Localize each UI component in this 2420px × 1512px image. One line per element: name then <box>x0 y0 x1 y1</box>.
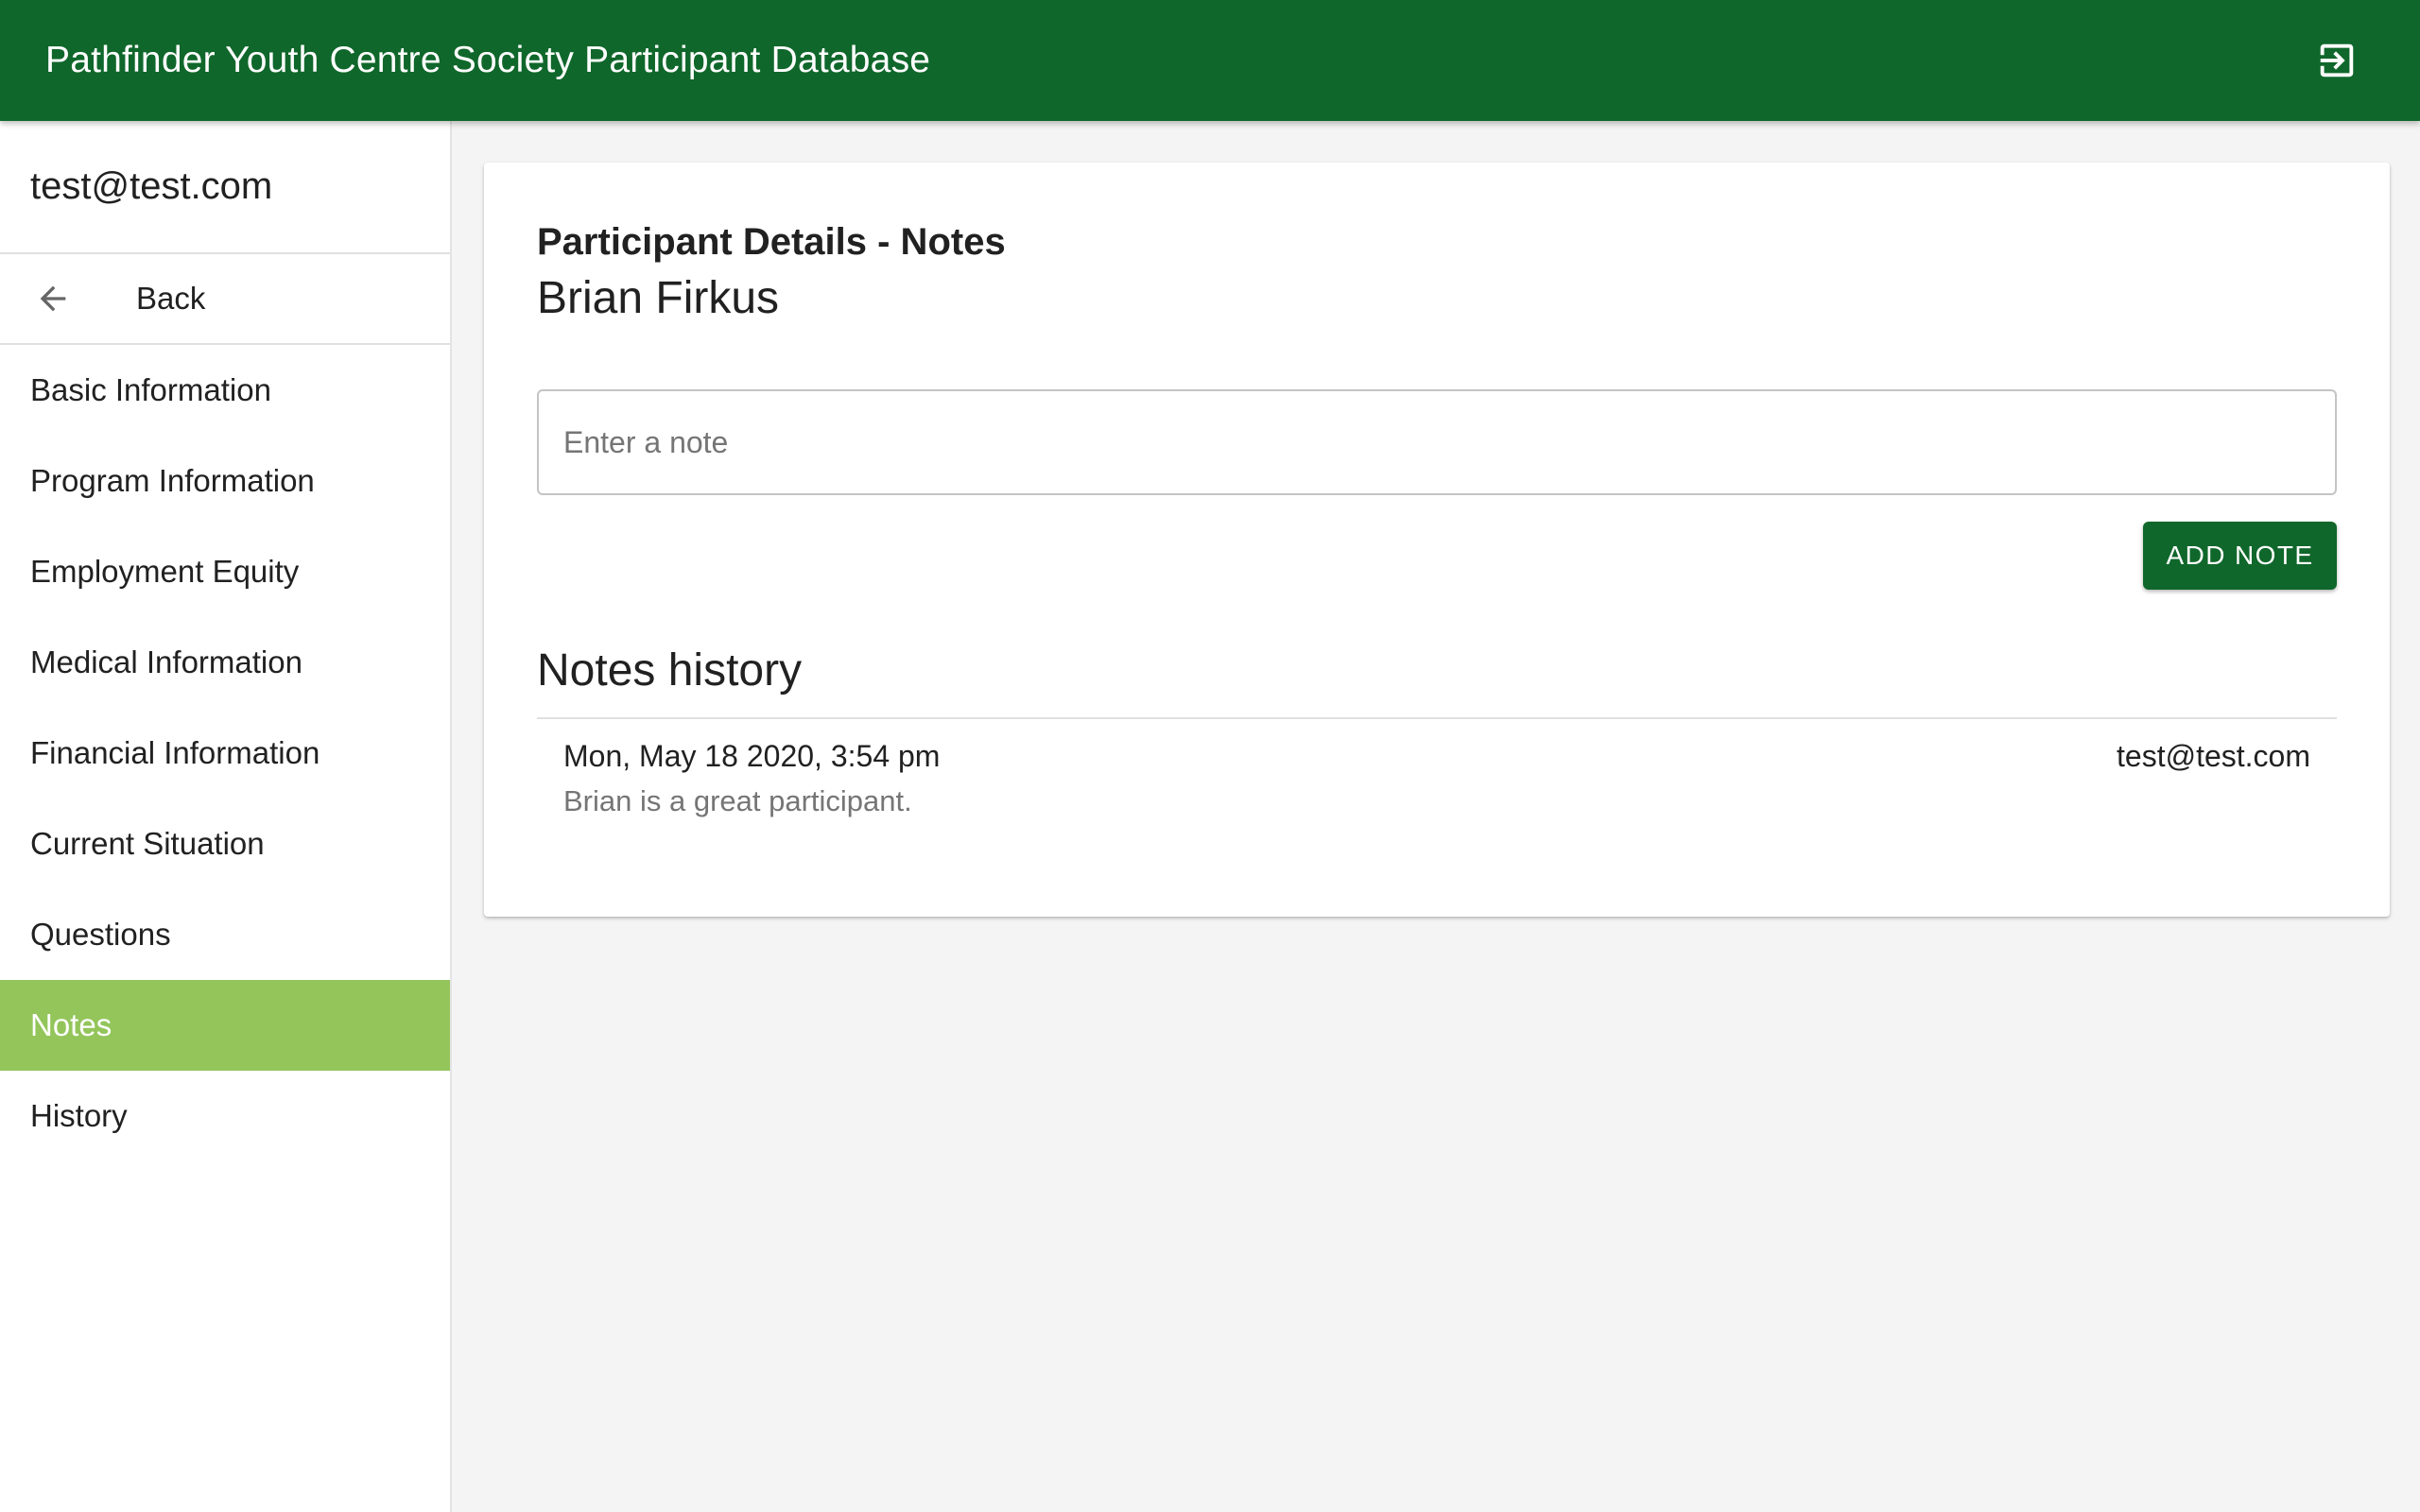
participant-name: Brian Firkus <box>537 273 780 323</box>
note-author: test@test.com <box>2117 739 2310 773</box>
sidebar-nav-list: Basic Information Program Information Em… <box>0 345 450 1161</box>
sidebar-item-history[interactable]: History <box>0 1071 450 1161</box>
logout-icon <box>2320 43 2354 77</box>
arrow-left-icon <box>40 285 66 312</box>
sidebar-item-financial-information[interactable]: Financial Information <box>0 708 450 799</box>
note-date: Mon, May 18 2020, 3:54 pm <box>563 739 941 773</box>
back-label: Back <box>136 281 206 316</box>
sidebar-item-basic-information[interactable]: Basic Information <box>0 345 450 436</box>
back-button[interactable]: Back <box>0 254 450 345</box>
app-bar: Pathfinder Youth Centre Society Particip… <box>0 0 2420 121</box>
logout-button[interactable] <box>2307 30 2367 91</box>
sidebar-item-current-situation[interactable]: Current Situation <box>0 799 450 889</box>
sidebar-item-program-information[interactable]: Program Information <box>0 436 450 526</box>
sidebar-item-medical-information[interactable]: Medical Information <box>0 617 450 708</box>
notes-card: Participant Details - Notes Brian Firkus… <box>484 163 2390 917</box>
divider <box>537 717 2337 719</box>
sidebar: test@test.com Back Basic Information Pro… <box>0 121 452 1512</box>
sidebar-item-notes[interactable]: Notes <box>0 980 450 1071</box>
add-note-button[interactable]: ADD NOTE <box>2143 522 2337 590</box>
app-title: Pathfinder Youth Centre Society Particip… <box>45 40 931 80</box>
sidebar-user-email: test@test.com <box>0 121 450 254</box>
note-input[interactable] <box>537 389 2337 495</box>
sidebar-item-employment-equity[interactable]: Employment Equity <box>0 526 450 617</box>
page-title: Participant Details - Notes <box>537 221 1006 263</box>
list-item: Mon, May 18 2020, 3:54 pm test@test.com … <box>537 739 2337 843</box>
note-text: Brian is a great participant. <box>563 784 912 817</box>
notes-history-title: Notes history <box>537 645 803 696</box>
sidebar-item-questions[interactable]: Questions <box>0 889 450 980</box>
